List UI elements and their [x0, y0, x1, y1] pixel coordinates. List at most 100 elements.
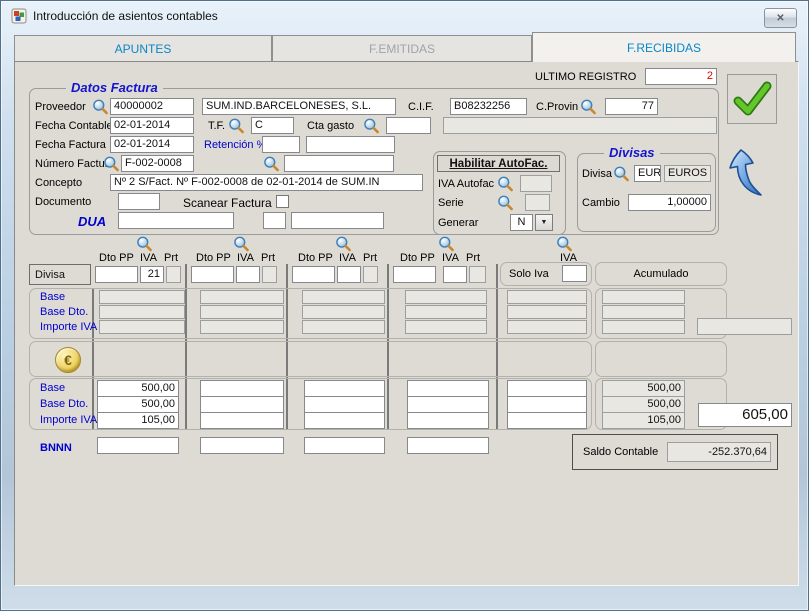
fecha-contable-field[interactable]: 02-01-2014: [110, 117, 194, 134]
divisa-dtopp-4[interactable]: [393, 266, 436, 283]
tab-frecibidas[interactable]: F.RECIBIDAS: [532, 32, 796, 62]
search-icon[interactable]: [335, 236, 352, 252]
basedto-eur-1[interactable]: 500,00: [97, 396, 179, 413]
divisa-iva-4[interactable]: [443, 266, 467, 283]
search-icon[interactable]: [438, 236, 455, 252]
numero-factura-field[interactable]: F-002-0008: [121, 155, 194, 172]
search-icon[interactable]: [233, 236, 250, 252]
tf-field[interactable]: C: [251, 117, 294, 134]
divisas-title: Divisas: [604, 145, 660, 160]
col-header-iva: IVA: [140, 252, 157, 264]
ultimo-registro-field[interactable]: 2: [645, 68, 717, 85]
dua-field-3[interactable]: [291, 212, 384, 229]
bnnn-field-3[interactable]: [304, 437, 385, 454]
proveedor-name-field[interactable]: SUM.IND.BARCELONESES, S.L.: [202, 98, 396, 115]
divisas-group: Divisas Divisa EUR EUROS Cambio 1,00000: [577, 153, 716, 232]
app-icon: [11, 8, 27, 24]
proveedor-label: Proveedor: [35, 101, 86, 113]
base-eur-solo[interactable]: [507, 380, 587, 397]
base-div-4: [405, 290, 487, 304]
divisa-iva-3[interactable]: [337, 266, 361, 283]
proveedor-code-field[interactable]: 40000002: [110, 98, 194, 115]
bnnn-field-4[interactable]: [407, 437, 489, 454]
base-eur-1[interactable]: 500,00: [97, 380, 179, 397]
tf-label: T.F.: [208, 120, 225, 132]
scanear-factura-checkbox[interactable]: [276, 195, 289, 208]
dua-field-1[interactable]: [118, 212, 234, 229]
habilitar-autofac-button[interactable]: Habilitar AutoFac.: [437, 155, 560, 172]
generar-dropdown-button[interactable]: ▼: [535, 214, 553, 231]
generar-select-value[interactable]: N: [510, 214, 533, 231]
close-button[interactable]: ✕: [764, 8, 797, 28]
dua-field-2[interactable]: [263, 212, 286, 229]
search-icon[interactable]: [580, 99, 597, 115]
basedto-acum-field: 500,00: [602, 396, 685, 413]
chevron-down-icon: ▼: [541, 219, 548, 226]
base-dto-row-label: Base Dto.: [40, 306, 88, 318]
divisa-iva-2[interactable]: [236, 266, 260, 283]
tab-femitidas[interactable]: F.EMITIDAS: [272, 35, 532, 61]
bnnn-field-1[interactable]: [97, 437, 179, 454]
saldo-contable-box: Saldo Contable -252.370,64: [572, 434, 778, 470]
search-icon[interactable]: [103, 156, 120, 172]
search-icon[interactable]: [363, 118, 380, 134]
col-header-dtopp: Dto PP: [196, 252, 231, 264]
divisa-dtopp-2[interactable]: [191, 266, 234, 283]
impiva-div-2: [200, 320, 284, 334]
acumulado-label: Acumulado: [633, 268, 688, 280]
euro-row-acum-box: [595, 341, 727, 377]
base-eur-3[interactable]: [304, 380, 385, 397]
divisa-iva-1[interactable]: 21: [140, 266, 164, 283]
cta-gasto-field[interactable]: [386, 117, 431, 134]
divisa-dtopp-3[interactable]: [292, 266, 335, 283]
impiva-eur-1[interactable]: 105,00: [97, 412, 179, 429]
divisa-row-label: Divisa: [29, 264, 91, 285]
divisa-name-field: EUROS: [664, 165, 711, 182]
search-icon[interactable]: [263, 156, 280, 172]
solo-iva-field[interactable]: [562, 265, 587, 282]
tab-apuntes[interactable]: APUNTES: [14, 35, 272, 61]
accept-button[interactable]: [727, 74, 777, 124]
base-eur-4[interactable]: [407, 380, 489, 397]
divisa-prt-3: [363, 266, 378, 283]
basedto-div-solo: [507, 305, 587, 319]
numero-factura-extra-field[interactable]: [284, 155, 394, 172]
divisa-dtopp-1[interactable]: [95, 266, 138, 283]
euro-row-box: [29, 341, 592, 377]
solo-iva-label: Solo Iva: [509, 268, 549, 280]
basedto-eur-solo[interactable]: [507, 396, 587, 413]
iva-autofac-field: [520, 175, 552, 192]
basedto-eur-2[interactable]: [200, 396, 284, 413]
base-acum-field: 500,00: [602, 380, 685, 397]
impiva-div-acum: [602, 320, 685, 334]
search-icon[interactable]: [613, 166, 630, 182]
fecha-factura-field[interactable]: 02-01-2014: [110, 136, 194, 153]
search-icon[interactable]: [556, 236, 573, 252]
search-icon[interactable]: [497, 195, 514, 211]
search-icon[interactable]: [497, 176, 514, 192]
search-icon[interactable]: [136, 236, 153, 252]
search-icon[interactable]: [92, 99, 109, 115]
impiva-eur-2[interactable]: [200, 412, 284, 429]
cif-field[interactable]: B08232256: [450, 98, 527, 115]
search-icon[interactable]: [228, 118, 245, 134]
undo-arrow-icon: [727, 148, 773, 200]
cprovin-field[interactable]: 77: [605, 98, 658, 115]
impiva-acum-field: 105,00: [602, 412, 685, 429]
retencion-field[interactable]: [306, 136, 395, 153]
iva-autofac-label: IVA Autofac: [438, 178, 494, 190]
basedto-eur-4[interactable]: [407, 396, 489, 413]
basedto-eur-3[interactable]: [304, 396, 385, 413]
bnnn-field-2[interactable]: [200, 437, 284, 454]
retencion-pct-field[interactable]: [262, 136, 300, 153]
documento-field[interactable]: [118, 193, 160, 210]
impiva-eur-4[interactable]: [407, 412, 489, 429]
impiva-eur-solo[interactable]: [507, 412, 587, 429]
concepto-field[interactable]: Nº 2 S/Fact. Nº F-002-0008 de 02-01-2014…: [110, 174, 423, 191]
col-header-dtopp: Dto PP: [400, 252, 435, 264]
cambio-field[interactable]: 1,00000: [628, 194, 711, 211]
impiva-eur-3[interactable]: [304, 412, 385, 429]
divisa-code-field[interactable]: EUR: [634, 165, 661, 182]
undo-button[interactable]: [727, 148, 775, 202]
base-eur-2[interactable]: [200, 380, 284, 397]
